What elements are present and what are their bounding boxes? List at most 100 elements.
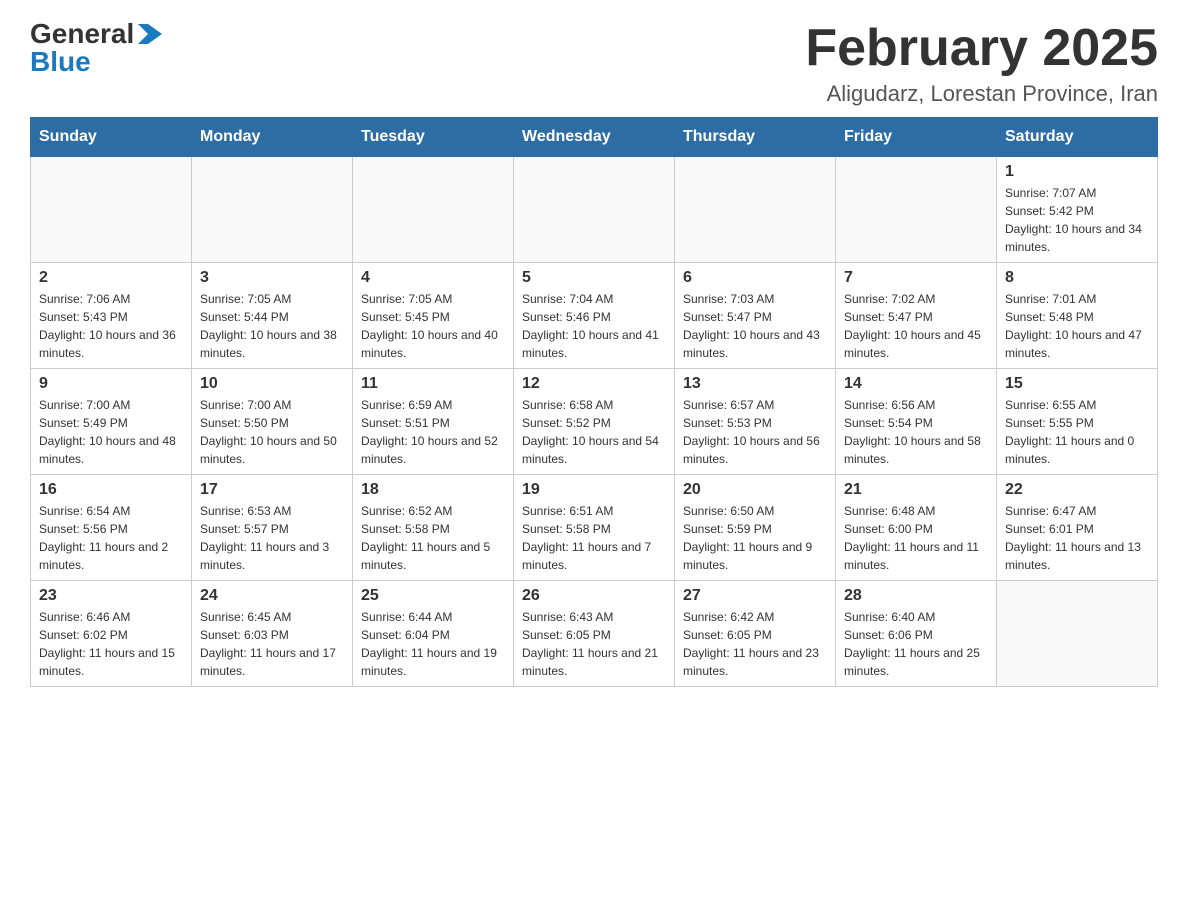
day-number: 4	[361, 269, 505, 287]
calendar-cell: 28 Sunrise: 6:40 AMSunset: 6:06 PMDayligh…	[836, 581, 997, 687]
calendar-cell: 27Sunrise: 6:42 AMSunset: 6:05 PMDayligh…	[675, 581, 836, 687]
day-number: 26	[522, 587, 666, 605]
day-info: Sunrise: 6:42 AMSunset: 6:05 PMDaylight:…	[683, 608, 827, 680]
day-info: Sunrise: 7:03 AMSunset: 5:47 PMDaylight:…	[683, 290, 827, 362]
day-info: Sunrise: 6:47 AMSunset: 6:01 PMDaylight:…	[1005, 502, 1149, 574]
day-info: Sunrise: 6:59 AMSunset: 5:51 PMDaylight:…	[361, 396, 505, 468]
day-info: Sunrise: 7:00 AMSunset: 5:50 PMDaylight:…	[200, 396, 344, 468]
title-block: February 2025 Aligudarz, Lorestan Provin…	[805, 20, 1158, 107]
day-info: Sunrise: 7:01 AMSunset: 5:48 PMDaylight:…	[1005, 290, 1149, 362]
day-number: 9	[39, 375, 183, 393]
calendar-week-row: 16 Sunrise: 6:54 AMSunset: 5:56 PMDayligh…	[31, 475, 1158, 581]
day-number: 5	[522, 269, 666, 287]
calendar-cell: 22 Sunrise: 6:47 AMSunset: 6:01 PMDayligh…	[997, 475, 1158, 581]
calendar-cell: 18 Sunrise: 6:52 AMSunset: 5:58 PMDayligh…	[353, 475, 514, 581]
day-info: Sunrise: 7:05 AMSunset: 5:44 PMDaylight:…	[200, 290, 344, 362]
calendar-cell: 20 Sunrise: 6:50 AMSunset: 5:59 PMDayligh…	[675, 475, 836, 581]
day-number: 12	[522, 375, 666, 393]
day-number: 8	[1005, 269, 1149, 287]
calendar-cell: 4 Sunrise: 7:05 AMSunset: 5:45 PMDaylight…	[353, 263, 514, 369]
day-info: Sunrise: 6:45 AMSunset: 6:03 PMDaylight:…	[200, 608, 344, 680]
day-info: Sunrise: 7:05 AMSunset: 5:45 PMDaylight:…	[361, 290, 505, 362]
day-number: 10	[200, 375, 344, 393]
day-info: Sunrise: 7:07 AMSunset: 5:42 PMDaylight:…	[1005, 184, 1149, 256]
day-number: 28	[844, 587, 988, 605]
calendar-cell: 26 Sunrise: 6:43 AMSunset: 6:05 PMDayligh…	[514, 581, 675, 687]
calendar-cell: 1 Sunrise: 7:07 AMSunset: 5:42 PMDaylight…	[997, 157, 1158, 263]
calendar-week-row: 9 Sunrise: 7:00 AMSunset: 5:49 PMDaylight…	[31, 369, 1158, 475]
day-info: Sunrise: 6:57 AMSunset: 5:53 PMDaylight:…	[683, 396, 827, 468]
day-number: 16	[39, 481, 183, 499]
location-title: Aligudarz, Lorestan Province, Iran	[805, 81, 1158, 107]
day-info: Sunrise: 6:52 AMSunset: 5:58 PMDaylight:…	[361, 502, 505, 574]
day-info: Sunrise: 6:43 AMSunset: 6:05 PMDaylight:…	[522, 608, 666, 680]
header-friday: Friday	[836, 118, 997, 157]
header-saturday: Saturday	[997, 118, 1158, 157]
header-thursday: Thursday	[675, 118, 836, 157]
day-number: 14	[844, 375, 988, 393]
calendar-cell	[514, 157, 675, 263]
day-info: Sunrise: 7:02 AMSunset: 5:47 PMDaylight:…	[844, 290, 988, 362]
header-wednesday: Wednesday	[514, 118, 675, 157]
calendar-cell: 14 Sunrise: 6:56 AMSunset: 5:54 PMDayligh…	[836, 369, 997, 475]
day-number: 11	[361, 375, 505, 393]
weekday-header-row: Sunday Monday Tuesday Wednesday Thursday…	[31, 118, 1158, 157]
day-info: Sunrise: 6:56 AMSunset: 5:54 PMDaylight:…	[844, 396, 988, 468]
day-info: Sunrise: 6:40 AMSunset: 6:06 PMDaylight:…	[844, 608, 988, 680]
header-monday: Monday	[192, 118, 353, 157]
day-number: 15	[1005, 375, 1149, 393]
day-number: 18	[361, 481, 505, 499]
header-tuesday: Tuesday	[353, 118, 514, 157]
page-header: General Blue February 2025 Aligudarz, Lo…	[30, 20, 1158, 107]
day-info: Sunrise: 6:44 AMSunset: 6:04 PMDaylight:…	[361, 608, 505, 680]
calendar-cell: 3Sunrise: 7:05 AMSunset: 5:44 PMDaylight…	[192, 263, 353, 369]
calendar-cell: 24 Sunrise: 6:45 AMSunset: 6:03 PMDayligh…	[192, 581, 353, 687]
calendar-cell: 25Sunrise: 6:44 AMSunset: 6:04 PMDayligh…	[353, 581, 514, 687]
calendar-cell: 17 Sunrise: 6:53 AMSunset: 5:57 PMDayligh…	[192, 475, 353, 581]
day-number: 22	[1005, 481, 1149, 499]
day-number: 2	[39, 269, 183, 287]
day-number: 23	[39, 587, 183, 605]
calendar-cell: 2 Sunrise: 7:06 AMSunset: 5:43 PMDaylight…	[31, 263, 192, 369]
day-info: Sunrise: 7:06 AMSunset: 5:43 PMDaylight:…	[39, 290, 183, 362]
day-number: 24	[200, 587, 344, 605]
day-number: 20	[683, 481, 827, 499]
day-info: Sunrise: 6:46 AMSunset: 6:02 PMDaylight:…	[39, 608, 183, 680]
logo: General Blue	[30, 20, 162, 76]
calendar-cell: 13 Sunrise: 6:57 AMSunset: 5:53 PMDayligh…	[675, 369, 836, 475]
calendar-cell: 6Sunrise: 7:03 AMSunset: 5:47 PMDaylight…	[675, 263, 836, 369]
calendar-cell	[31, 157, 192, 263]
day-number: 17	[200, 481, 344, 499]
day-info: Sunrise: 6:53 AMSunset: 5:57 PMDaylight:…	[200, 502, 344, 574]
day-info: Sunrise: 6:50 AMSunset: 5:59 PMDaylight:…	[683, 502, 827, 574]
day-info: Sunrise: 7:04 AMSunset: 5:46 PMDaylight:…	[522, 290, 666, 362]
day-info: Sunrise: 7:00 AMSunset: 5:49 PMDaylight:…	[39, 396, 183, 468]
calendar-cell: 16 Sunrise: 6:54 AMSunset: 5:56 PMDayligh…	[31, 475, 192, 581]
calendar-cell: 19Sunrise: 6:51 AMSunset: 5:58 PMDayligh…	[514, 475, 675, 581]
calendar-cell: 10 Sunrise: 7:00 AMSunset: 5:50 PMDayligh…	[192, 369, 353, 475]
day-info: Sunrise: 6:58 AMSunset: 5:52 PMDaylight:…	[522, 396, 666, 468]
day-info: Sunrise: 6:51 AMSunset: 5:58 PMDaylight:…	[522, 502, 666, 574]
calendar-cell: 5 Sunrise: 7:04 AMSunset: 5:46 PMDaylight…	[514, 263, 675, 369]
logo-blue: Blue	[30, 46, 91, 77]
calendar-cell: 9 Sunrise: 7:00 AMSunset: 5:49 PMDaylight…	[31, 369, 192, 475]
calendar-cell: 8 Sunrise: 7:01 AMSunset: 5:48 PMDaylight…	[997, 263, 1158, 369]
month-title: February 2025	[805, 20, 1158, 77]
logo-general: General	[30, 20, 134, 48]
day-number: 21	[844, 481, 988, 499]
day-info: Sunrise: 6:55 AMSunset: 5:55 PMDaylight:…	[1005, 396, 1149, 468]
day-number: 1	[1005, 163, 1149, 181]
calendar-cell	[997, 581, 1158, 687]
calendar-week-row: 2 Sunrise: 7:06 AMSunset: 5:43 PMDaylight…	[31, 263, 1158, 369]
calendar-cell: 15 Sunrise: 6:55 AMSunset: 5:55 PMDayligh…	[997, 369, 1158, 475]
day-info: Sunrise: 6:54 AMSunset: 5:56 PMDaylight:…	[39, 502, 183, 574]
calendar-table: Sunday Monday Tuesday Wednesday Thursday…	[30, 117, 1158, 687]
calendar-cell	[675, 157, 836, 263]
calendar-week-row: 1 Sunrise: 7:07 AMSunset: 5:42 PMDaylight…	[31, 157, 1158, 263]
calendar-cell	[353, 157, 514, 263]
calendar-cell: 21Sunrise: 6:48 AMSunset: 6:00 PMDayligh…	[836, 475, 997, 581]
calendar-cell	[192, 157, 353, 263]
day-number: 13	[683, 375, 827, 393]
header-sunday: Sunday	[31, 118, 192, 157]
calendar-cell: 7Sunrise: 7:02 AMSunset: 5:47 PMDaylight…	[836, 263, 997, 369]
